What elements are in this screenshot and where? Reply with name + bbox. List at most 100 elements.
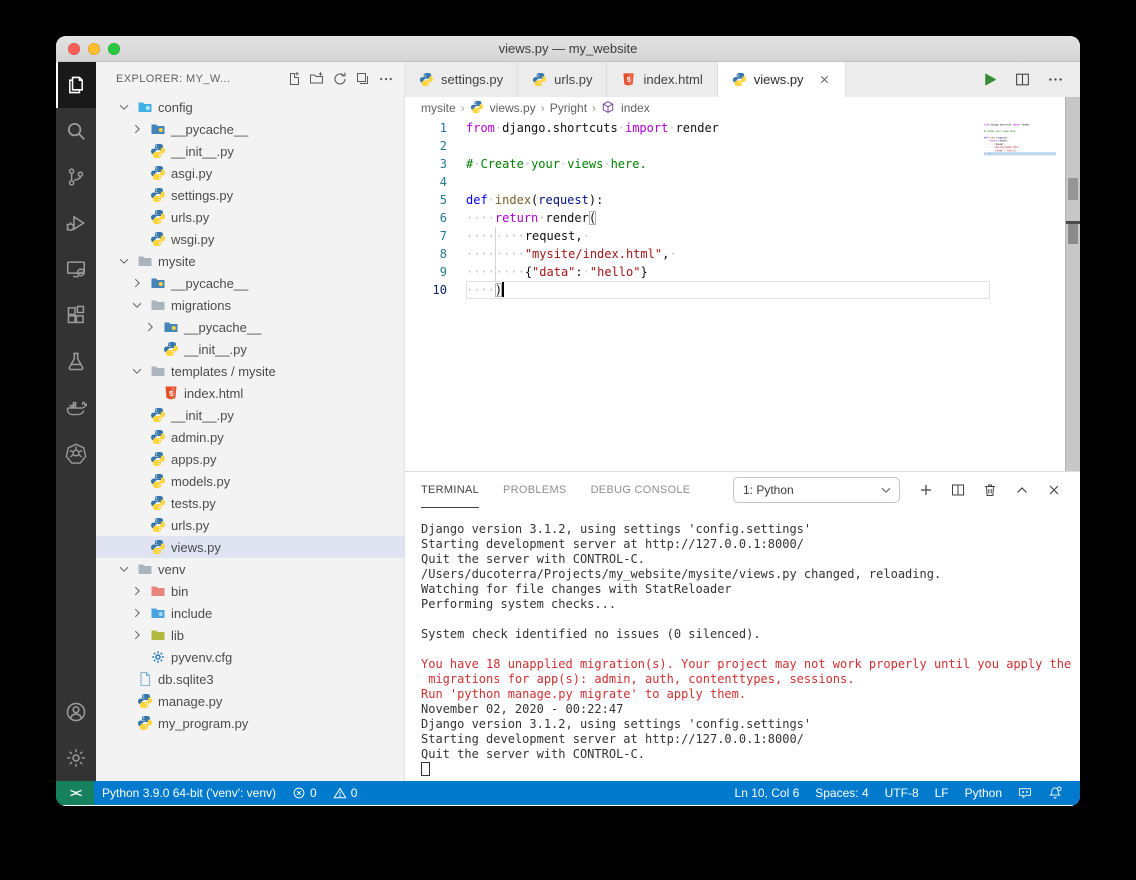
tree-item-tests-py[interactable]: tests.py [96,492,404,514]
breadcrumb-item[interactable]: mysite [421,101,456,115]
tree-item-label: __init__.py [171,408,234,423]
panel-tab-problems[interactable]: PROBLEMS [503,472,567,508]
tree-item-include[interactable]: include [96,602,404,624]
activity-item-docker[interactable] [56,384,96,430]
split-terminal-button[interactable] [950,482,966,498]
collapse-folders-button[interactable] [355,71,371,87]
activity-item-remote-explorer[interactable] [56,246,96,292]
title-bar[interactable]: views.py — my_website [56,36,1080,62]
tab-urls-py[interactable]: urls.py [518,62,607,97]
tree-item-db-sqlite3[interactable]: db.sqlite3 [96,668,404,690]
more-actions-button[interactable] [378,71,394,87]
status-item-language-mode[interactable]: Python [957,781,1010,805]
tab-views-py[interactable]: views.py [718,62,846,97]
tree-item-pyvenv-cfg[interactable]: pyvenv.cfg [96,646,404,668]
tree-item-asgi-py[interactable]: asgi.py [96,162,404,184]
tree-item-venv[interactable]: venv [96,558,404,580]
tree-item-label: views.py [171,540,221,555]
panel-tab-terminal[interactable]: TERMINAL [421,472,479,508]
tree-item--pycache-[interactable]: __pycache__ [96,272,404,294]
tree-item--pycache-[interactable]: __pycache__ [96,316,404,338]
tree-item-settings-py[interactable]: settings.py [96,184,404,206]
python-file-icon [470,100,486,116]
tree-item-urls-py[interactable]: urls.py [96,206,404,228]
chevron-down-icon [116,254,132,268]
minimap[interactable]: from·django.shortcuts·import·render#·Cre… [984,123,1056,183]
status-item-indentation[interactable]: Spaces: 4 [807,781,876,805]
close-window-button[interactable] [68,43,80,55]
minimize-window-button[interactable] [88,43,100,55]
kill-terminal-button[interactable] [982,482,998,498]
tree-item-label: __init__.py [171,144,234,159]
activity-item-extensions[interactable] [56,292,96,338]
status-item-encoding[interactable]: UTF-8 [877,781,927,805]
tab-settings-py[interactable]: settings.py [405,62,518,97]
tab-label: views.py [754,72,804,87]
tree-item--pycache-[interactable]: __pycache__ [96,118,404,140]
tree-item-templates-mysite[interactable]: templates / mysite [96,360,404,382]
status-item-python-interpreter[interactable]: Python 3.9.0 64-bit ('venv': venv) [94,781,284,805]
tree-item-migrations[interactable]: migrations [96,294,404,316]
status-item-eol[interactable]: LF [927,781,957,805]
scrollbar-thumb[interactable] [1068,224,1078,244]
activity-item-kubernetes[interactable] [56,430,96,476]
tree-item-manage-py[interactable]: manage.py [96,690,404,712]
split-editor-button[interactable] [1014,71,1031,88]
tree-item--init-py[interactable]: __init__.py [96,404,404,426]
more-actions-button[interactable] [1047,71,1064,88]
breadcrumb[interactable]: mysite›views.py›Pyright›index [405,97,1080,119]
status-item-warning-count[interactable]: 0 [325,781,366,805]
status-item-notifications[interactable] [1040,781,1070,805]
breadcrumb-item[interactable]: index [601,100,650,116]
activity-item-search[interactable] [56,108,96,154]
panel-tab-debug-console[interactable]: DEBUG CONSOLE [591,472,691,508]
folder-include-icon [150,605,166,621]
tree-item-label: migrations [171,298,231,313]
tree-item-bin[interactable]: bin [96,580,404,602]
new-folder-button[interactable] [309,71,325,87]
tree-item-config[interactable]: config [96,96,404,118]
tree-item-mysite[interactable]: mysite [96,250,404,272]
tab-index-html[interactable]: 5index.html [607,62,717,97]
editor-scrollbar[interactable] [1065,97,1080,471]
run-python-file-button[interactable] [981,71,998,88]
new-file-button[interactable] [286,71,302,87]
activity-item-run-debug[interactable] [56,200,96,246]
tree-item--init-py[interactable]: __init__.py [96,338,404,360]
breadcrumb-item[interactable]: Pyright [550,101,587,115]
feedback-icon [1018,786,1032,800]
tree-item-urls-py[interactable]: urls.py [96,514,404,536]
close-panel-button[interactable] [1046,482,1062,498]
status-item-feedback[interactable] [1010,781,1040,805]
close-tab-icon[interactable] [818,73,831,86]
tree-item-index-html[interactable]: 5index.html [96,382,404,404]
status-item-cursor-position[interactable]: Ln 10, Col 6 [727,781,808,805]
activity-item-explorer[interactable] [56,62,96,108]
tree-item-models-py[interactable]: models.py [96,470,404,492]
tree-item-my-program-py[interactable]: my_program.py [96,712,404,734]
activity-item-settings[interactable] [56,735,96,781]
terminal-output[interactable]: Django version 3.1.2, using settings 'co… [405,508,1080,781]
python-file-icon [150,143,166,159]
scrollbar-thumb[interactable] [1068,178,1078,200]
remote-indicator[interactable]: >< [56,781,94,805]
tree-item-apps-py[interactable]: apps.py [96,448,404,470]
refresh-explorer-button[interactable] [332,71,348,87]
tree-item-lib[interactable]: lib [96,624,404,646]
python-file-icon [732,72,748,88]
terminal-selector-dropdown[interactable]: 1: Python [733,477,900,503]
activity-item-testing[interactable] [56,338,96,384]
breadcrumb-item[interactable]: views.py [470,100,536,116]
tree-item-wsgi-py[interactable]: wsgi.py [96,228,404,250]
status-item-error-count[interactable]: 0 [284,781,325,805]
zoom-window-button[interactable] [108,43,120,55]
tree-item-views-py[interactable]: views.py [96,536,404,558]
tree-item--init-py[interactable]: __init__.py [96,140,404,162]
tree-item-admin-py[interactable]: admin.py [96,426,404,448]
new-terminal-button[interactable] [918,482,934,498]
maximize-panel-button[interactable] [1014,482,1030,498]
activity-item-accounts[interactable] [56,689,96,735]
folder-bin-icon [150,583,166,599]
activity-item-source-control[interactable] [56,154,96,200]
code-area[interactable]: 1from·django.shortcuts·import·render23#·… [405,119,1080,299]
